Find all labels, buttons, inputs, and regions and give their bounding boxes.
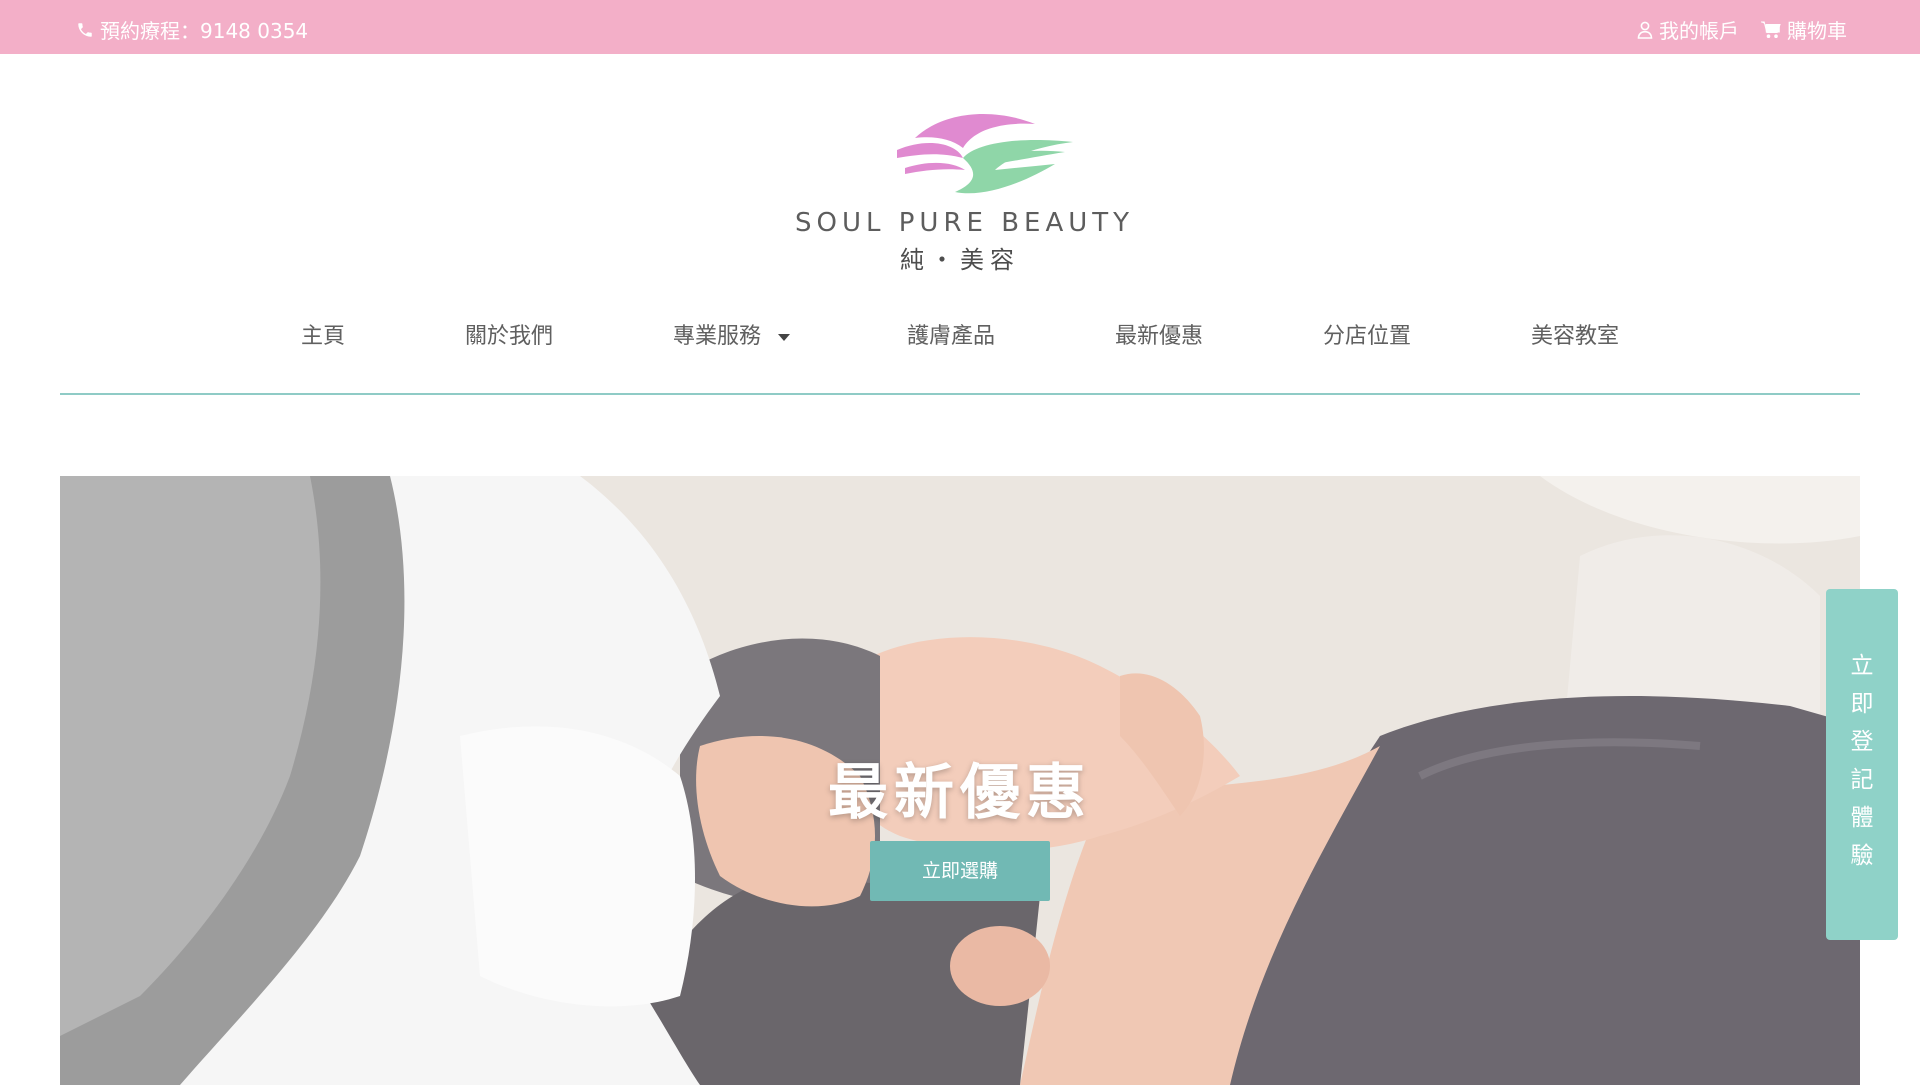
my-account-label: 我的帳戶: [1659, 19, 1739, 43]
nav-item-label: 主頁: [301, 324, 346, 349]
my-account-link[interactable]: 我的帳戶: [1637, 15, 1739, 44]
logo-chinese: 純・美容: [900, 246, 1020, 274]
register-trial-tab[interactable]: 立 即 登 記 體 驗: [1826, 589, 1898, 940]
chevron-down-icon: [778, 333, 791, 341]
nav-item-offers[interactable]: 最新優惠: [1115, 318, 1203, 350]
register-trial-char: 立: [1850, 653, 1874, 679]
cart-label: 購物車: [1787, 19, 1847, 43]
logo-mark: [897, 113, 1073, 194]
nav-item-label: 美容教室: [1531, 324, 1620, 349]
hero-title: 最新優惠: [828, 758, 1092, 828]
top-bar: 預約療程：9148 0354 我的帳戶 購物車: [0, 0, 1920, 54]
nav-divider: [60, 393, 1860, 395]
hero-banner: 最新優惠 立即選購: [60, 476, 1860, 1085]
nav-item-about[interactable]: 關於我們: [465, 318, 553, 350]
register-trial-char: 驗: [1850, 843, 1874, 869]
nav-item-home[interactable]: 主頁: [301, 318, 345, 350]
booking-phone-label: 預約療程：9148 0354: [100, 19, 309, 43]
logo-english: SOUL PURE BEAUTY: [795, 208, 1135, 238]
user-icon: [1637, 21, 1653, 39]
nav-item-label: 最新優惠: [1115, 324, 1204, 349]
register-trial-char: 即: [1850, 691, 1874, 717]
nav-item-label: 專業服務: [673, 324, 762, 349]
site-logo[interactable]: SOUL PURE BEAUTY 純・美容: [795, 108, 1135, 274]
nav-item-products[interactable]: 護膚產品: [907, 318, 995, 350]
cart-link[interactable]: 購物車: [1761, 15, 1847, 44]
nav-item-services[interactable]: 專業服務: [673, 318, 791, 350]
register-trial-char: 體: [1850, 805, 1874, 831]
main-nav: 主頁 關於我們 專業服務 護膚產品 最新優惠 分店位置 美容教室: [0, 318, 1920, 358]
nav-item-locations[interactable]: 分店位置: [1323, 318, 1411, 350]
booking-phone[interactable]: 預約療程：9148 0354: [76, 15, 308, 44]
nav-item-label: 分店位置: [1323, 324, 1412, 349]
register-trial-char: 登: [1850, 729, 1874, 755]
cart-icon: [1761, 21, 1781, 38]
phone-icon: [78, 22, 92, 37]
shop-now-button[interactable]: 立即選購: [870, 841, 1050, 901]
nav-item-label: 關於我們: [465, 324, 554, 349]
nav-item-classroom[interactable]: 美容教室: [1531, 318, 1619, 350]
nav-item-label: 護膚產品: [907, 324, 996, 349]
register-trial-char: 記: [1850, 767, 1874, 793]
